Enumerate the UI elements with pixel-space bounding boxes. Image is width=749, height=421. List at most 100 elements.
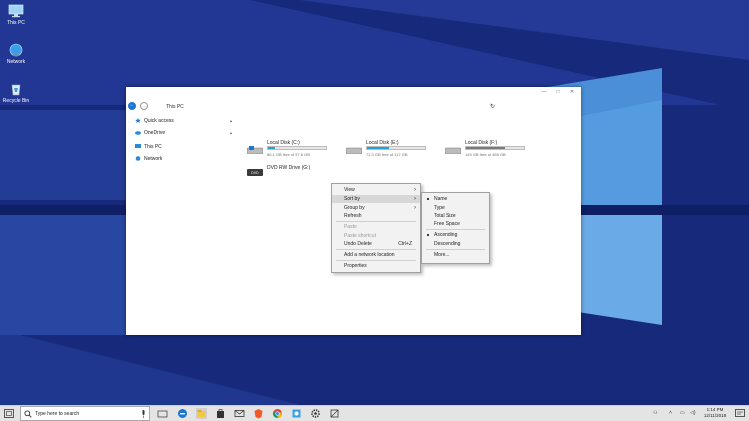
menu-item-refresh[interactable]: Refresh: [332, 212, 420, 220]
sidebar-item-network[interactable]: Network: [135, 155, 162, 163]
sort-option-ascending[interactable]: Ascending: [422, 231, 489, 239]
address-bar[interactable]: This PC: [166, 104, 184, 110]
brave-browser-icon[interactable]: [253, 408, 264, 419]
sidebar-item-this-pc[interactable]: This PC: [135, 143, 162, 151]
chevron-right-icon: ›: [414, 205, 416, 211]
task-view-glyph-icon[interactable]: [4, 409, 14, 418]
menu-item-label: View: [344, 187, 355, 193]
dvd-disc-label: DVD: [251, 171, 259, 175]
settings-gear-icon[interactable]: [310, 408, 321, 419]
desktop-icon-label: This PC: [7, 20, 25, 26]
network-status-icon[interactable]: ▭: [680, 410, 685, 416]
menu-item-label: Group by: [344, 205, 365, 211]
store-icon[interactable]: [215, 408, 226, 419]
menu-item-sort-by[interactable]: Sort by ›: [332, 195, 420, 203]
people-icon[interactable]: ⚇: [653, 410, 657, 416]
sort-option-name[interactable]: Name: [422, 195, 489, 203]
edge-browser-icon[interactable]: [177, 408, 188, 419]
menu-item-label: Free Space: [434, 221, 460, 227]
desktop-icon-this-pc[interactable]: This PC: [1, 4, 31, 26]
search-input[interactable]: [35, 410, 135, 418]
menu-item-add-network-location[interactable]: Add a network location: [332, 251, 420, 259]
cloud-icon: [135, 131, 141, 135]
back-button[interactable]: ←: [128, 102, 136, 110]
sort-option-type[interactable]: Type: [422, 204, 489, 212]
menu-item-group-by[interactable]: Group by ›: [332, 204, 420, 212]
computer-icon: [8, 4, 24, 18]
clock-date: 12/11/2018: [703, 413, 727, 418]
chevron-up-icon[interactable]: ˄: [669, 410, 672, 416]
sort-option-more[interactable]: More...: [422, 251, 489, 259]
selected-dot-icon: [427, 198, 429, 200]
sidebar-item-onedrive[interactable]: OneDrive: [135, 129, 165, 137]
menu-separator: [336, 249, 416, 250]
context-menu: View › Sort by › Group by › Refresh Paste P…: [331, 183, 421, 273]
maximize-button[interactable]: □: [553, 89, 563, 95]
menu-item-paste-shortcut[interactable]: Paste shortcut: [332, 232, 420, 240]
drive-name: DVD RW Drive (G:): [267, 165, 311, 171]
microphone-icon[interactable]: [141, 410, 146, 418]
drive-usage-fill: [367, 147, 390, 149]
chevron-icon[interactable]: ▴: [230, 118, 232, 123]
drive-free-space: 72.3 GB free of 117 GB: [366, 152, 408, 157]
sort-option-descending[interactable]: Descending: [422, 240, 489, 248]
drive-usage-bar: [465, 146, 525, 150]
computer-icon: [135, 144, 141, 149]
menu-item-label: Ascending: [434, 232, 458, 238]
menu-item-label: Properties: [344, 263, 367, 269]
drive-usage-bar: [267, 146, 327, 150]
volume-icon[interactable]: ◁): [690, 410, 696, 416]
menu-item-properties[interactable]: Properties: [332, 262, 420, 270]
drive-free-space: 149 GB free of 465 GB: [465, 152, 506, 157]
chrome-icon[interactable]: [272, 408, 283, 419]
drive-c[interactable]: Local Disk (C:) 86.1 GB free of 97.6 GB: [247, 140, 337, 162]
menu-item-view[interactable]: View ›: [332, 186, 420, 194]
menu-item-label: Paste: [344, 224, 357, 230]
sidebar-item-quick-access[interactable]: Quick access: [135, 117, 174, 125]
search-icon: [24, 410, 32, 418]
forward-button[interactable]: →: [140, 102, 148, 110]
hard-drive-icon: [346, 147, 362, 154]
menu-item-paste[interactable]: Paste: [332, 223, 420, 231]
menu-item-label: Total Size: [434, 213, 456, 219]
menu-separator: [336, 260, 416, 261]
chevron-right-icon: ›: [414, 187, 416, 193]
notification-center-icon[interactable]: [735, 409, 745, 418]
chevron-icon[interactable]: ▴: [230, 130, 232, 135]
chevron-right-icon: ›: [414, 196, 416, 202]
menu-item-label: Sort by: [344, 196, 360, 202]
selected-dot-icon: [427, 234, 429, 236]
task-view-icon[interactable]: [157, 408, 168, 419]
drive-dvd[interactable]: DVD DVD RW Drive (G:): [247, 165, 337, 187]
file-explorer-icon[interactable]: [196, 408, 207, 419]
navigation-bar: ← → This PC ↻: [126, 99, 581, 113]
minimize-button[interactable]: —: [539, 89, 549, 95]
drive-f[interactable]: Local Disk (F:) 149 GB free of 465 GB: [445, 140, 535, 162]
close-button[interactable]: ✕: [567, 89, 577, 95]
taskbar: ▭ ⚇ ˄ ▭ ◁) 1:14 PM 12/11/2018: [0, 405, 749, 421]
menu-item-undo-delete[interactable]: Undo Delete Ctrl+Z: [332, 240, 420, 248]
sort-option-free-space[interactable]: Free Space: [422, 220, 489, 228]
menu-item-label: Paste shortcut: [344, 233, 376, 239]
desktop-icon-recycle-bin[interactable]: Recycle Bin: [1, 82, 31, 104]
dvd-drive-icon: DVD: [247, 169, 263, 176]
desktop-icon-network[interactable]: Network: [1, 43, 31, 65]
hard-drive-icon: [247, 146, 263, 154]
network-icon: [9, 43, 23, 57]
refresh-icon[interactable]: ↻: [490, 103, 495, 110]
drive-e[interactable]: Local Disk (E:) 72.3 GB free of 117 GB: [346, 140, 436, 162]
mail-icon[interactable]: [234, 408, 245, 419]
menu-item-label: Undo Delete: [344, 241, 372, 247]
desktop-icon-label: Recycle Bin: [2, 98, 30, 104]
sidebar-item-label: Network: [144, 156, 163, 162]
paint-icon[interactable]: [291, 408, 302, 419]
sort-option-total-size[interactable]: Total Size: [422, 212, 489, 220]
screenshot-tool-icon[interactable]: [329, 408, 340, 419]
sidebar-item-label: This PC: [144, 144, 162, 150]
taskbar-search[interactable]: [20, 406, 150, 421]
drive-usage-fill: [268, 147, 275, 149]
system-clock[interactable]: 1:14 PM 12/11/2018: [700, 407, 730, 419]
menu-item-label: Type: [434, 205, 445, 211]
title-bar[interactable]: — □ ✕: [126, 87, 581, 97]
drive-usage-bar: [366, 146, 426, 150]
